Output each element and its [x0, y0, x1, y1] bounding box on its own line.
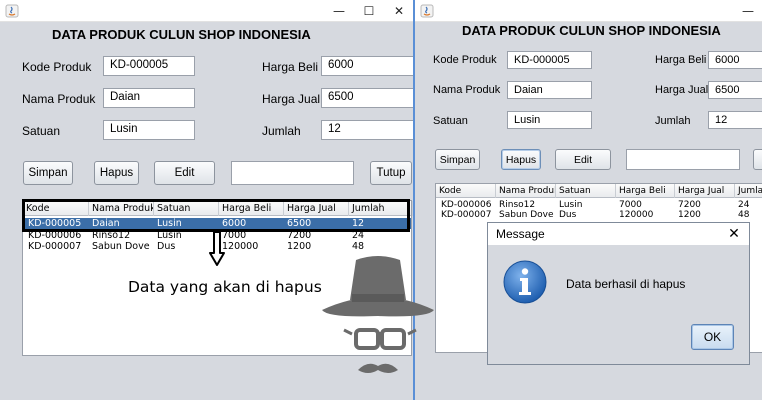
harga-beli-label: Harga Beli — [262, 60, 319, 74]
satuan-field[interactable]: Lusin — [103, 120, 195, 140]
tutup-button-partial[interactable] — [753, 149, 762, 170]
annotation-caption: Data yang akan di hapus — [128, 278, 322, 296]
column-header[interactable]: Kode — [436, 184, 496, 198]
table-cell: Rinso12 — [499, 200, 536, 210]
arrow-down-icon — [209, 231, 225, 266]
satuan-label: Satuan — [433, 115, 468, 127]
tutup-button[interactable]: Tutup — [370, 161, 412, 185]
nama-produk-label: Nama Produk — [22, 92, 96, 106]
hapus-button[interactable]: Hapus — [501, 149, 541, 170]
table-cell: 48 — [738, 210, 750, 220]
hapus-button[interactable]: Hapus — [94, 161, 139, 185]
table-cell: 120000 — [222, 241, 259, 252]
left-titlebar: — ☐ ✕ — [0, 0, 414, 22]
table-cell: 7000 — [619, 200, 642, 210]
table-cell: Sabun Dove — [92, 241, 150, 252]
page-title: DATA PRODUK CULUN SHOP INDONESIA — [462, 23, 721, 38]
table-cell: 7200 — [678, 200, 701, 210]
edit-button[interactable]: Edit — [154, 161, 215, 185]
simpan-button[interactable]: Simpan — [23, 161, 73, 185]
harga-jual-field[interactable]: 6500 — [321, 88, 414, 108]
column-header[interactable]: Nama Produk — [496, 184, 556, 198]
satuan-label: Satuan — [22, 124, 61, 138]
information-icon — [503, 260, 547, 304]
column-header[interactable]: Jumlah — [735, 184, 762, 198]
right-titlebar: — — [415, 0, 762, 22]
harga-jual-field[interactable]: 6500 — [708, 81, 762, 99]
kode-produk-field[interactable]: KD-000005 — [507, 51, 592, 69]
dialog-titlebar: Message ✕ — [488, 223, 749, 245]
dialog-title: Message — [496, 227, 545, 241]
java-icon — [5, 4, 19, 18]
table-cell: 1200 — [678, 210, 701, 220]
table-row[interactable]: KD-000007 Sabun Dove Dus 120000 1200 48 — [436, 210, 762, 220]
edit-button[interactable]: Edit — [555, 149, 611, 170]
table-row[interactable]: KD-000006 Rinso12 Lusin 7000 7200 24 — [436, 200, 762, 210]
search-input[interactable] — [231, 161, 354, 185]
message-dialog: Message ✕ Data berhasil di hapus OK — [487, 222, 750, 365]
hat-glasses-mustache-logo — [322, 256, 434, 373]
harga-jual-label: Harga Jual — [262, 92, 321, 106]
table-cell: 1200 — [287, 241, 312, 252]
dialog-message: Data berhasil di hapus — [566, 277, 686, 291]
harga-beli-field[interactable]: 6000 — [708, 51, 762, 69]
jumlah-label: Jumlah — [655, 115, 691, 127]
nama-produk-field[interactable]: Daian — [507, 81, 592, 99]
table-cell: Dus — [559, 210, 577, 220]
selection-highlight-box — [22, 199, 410, 232]
jumlah-field[interactable]: 12 — [321, 120, 414, 140]
jumlah-label: Jumlah — [262, 124, 301, 138]
harga-jual-label: Harga Jual — [655, 84, 709, 96]
kode-produk-label: Kode Produk — [22, 60, 92, 74]
ok-button[interactable]: OK — [691, 324, 734, 350]
kode-produk-field[interactable]: KD-000005 — [103, 56, 195, 76]
satuan-field[interactable]: Lusin — [507, 111, 592, 129]
harga-beli-label: Harga Beli — [655, 54, 707, 66]
nama-produk-field[interactable]: Daian — [103, 88, 195, 108]
close-button[interactable]: ✕ — [384, 0, 414, 22]
jumlah-field[interactable]: 12 — [708, 111, 762, 129]
maximize-button[interactable]: ☐ — [354, 0, 384, 22]
kode-produk-label: Kode Produk — [433, 54, 497, 66]
minimize-button[interactable]: — — [324, 0, 354, 22]
simpan-button[interactable]: Simpan — [435, 149, 480, 170]
column-header[interactable]: Satuan — [556, 184, 616, 198]
table-cell: Sabun Dove — [499, 210, 554, 220]
java-icon — [420, 4, 434, 18]
close-icon[interactable]: ✕ — [725, 225, 743, 243]
harga-beli-field[interactable]: 6000 — [321, 56, 414, 76]
search-input[interactable] — [626, 149, 740, 170]
table-header: Kode Nama Produk Satuan Harga Beli Harga… — [436, 184, 762, 198]
dialog-body: Data berhasil di hapus OK — [488, 245, 749, 364]
minimize-button[interactable]: — — [733, 0, 762, 22]
column-header[interactable]: Harga Jual — [675, 184, 735, 198]
table-cell: Lusin — [559, 200, 583, 210]
table-cell: KD-000007 — [28, 241, 82, 252]
table-cell: 48 — [352, 241, 365, 252]
nama-produk-label: Nama Produk — [433, 84, 501, 96]
page-title: DATA PRODUK CULUN SHOP INDONESIA — [52, 27, 311, 42]
table-cell: KD-000006 — [441, 200, 492, 210]
table-cell: 24 — [738, 200, 750, 210]
table-cell: KD-000007 — [441, 210, 492, 220]
table-cell: 120000 — [619, 210, 654, 220]
column-header[interactable]: Harga Beli — [616, 184, 675, 198]
